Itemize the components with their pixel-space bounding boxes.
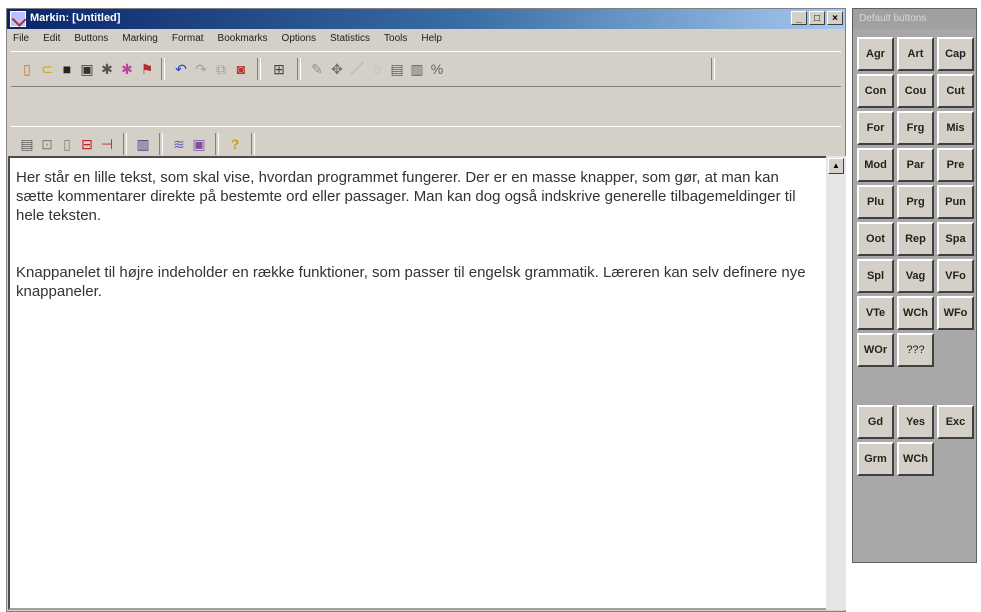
panel-button-exc[interactable]: Exc xyxy=(937,405,974,439)
chart-icon[interactable]: ▥ xyxy=(135,136,151,152)
redo-icon[interactable]: ↷ xyxy=(193,61,209,77)
panel-button-vfo[interactable]: VFo xyxy=(937,259,974,293)
toolbar-separator xyxy=(257,58,261,80)
button-panel: Default buttons Agr Art Cap Con Cou Cut … xyxy=(852,8,977,563)
menu-tools[interactable]: Tools xyxy=(384,30,407,48)
stats-icon[interactable]: ▣ xyxy=(191,136,207,152)
layout3-icon[interactable]: ▯ xyxy=(59,136,75,152)
tool7-icon[interactable]: ⚑ xyxy=(139,61,155,77)
paragraph-1: Her står en lille tekst, som skal vise, … xyxy=(16,169,796,224)
maximize-button[interactable]: □ xyxy=(809,11,825,25)
pen-icon[interactable]: ✎ xyxy=(309,61,325,77)
layout2-icon[interactable]: ⊡ xyxy=(39,136,55,152)
menu-statistics[interactable]: Statistics xyxy=(330,30,370,48)
menu-bookmarks[interactable]: Bookmarks xyxy=(218,30,268,48)
save-all-icon[interactable]: ▣ xyxy=(79,61,95,77)
panel-button-unknown[interactable]: ??? xyxy=(897,333,934,367)
panel-button-cut[interactable]: Cut xyxy=(937,74,974,108)
toolbar-separator xyxy=(297,58,301,80)
panel-button-gd[interactable]: Gd xyxy=(857,405,894,439)
panel-button-con[interactable]: Con xyxy=(857,74,894,108)
save-icon[interactable]: ■ xyxy=(59,61,75,77)
close-button[interactable]: × xyxy=(827,11,843,25)
tool5-icon[interactable]: ✱ xyxy=(99,61,115,77)
panel-button-plu[interactable]: Plu xyxy=(857,185,894,219)
new-icon[interactable]: ▯ xyxy=(19,61,35,77)
spell-icon[interactable]: ≋ xyxy=(171,136,187,152)
toolbar-separator xyxy=(161,58,165,80)
panel-button-for[interactable]: For xyxy=(857,111,894,145)
menu-bar: File Edit Buttons Marking Format Bookmar… xyxy=(7,30,845,48)
panel-button-rep[interactable]: Rep xyxy=(897,222,934,256)
text-editor[interactable]: Her står en lille tekst, som skal vise, … xyxy=(8,156,830,610)
toolbar-separator xyxy=(159,133,163,155)
toolbar-separator xyxy=(215,133,219,155)
window-title: Markin: [Untitled] xyxy=(30,12,121,24)
eraser-icon[interactable]: ◌ xyxy=(369,61,385,77)
panel-button-pun[interactable]: Pun xyxy=(937,185,974,219)
panel-button-mis[interactable]: Mis xyxy=(937,111,974,145)
panel-button-spl[interactable]: Spl xyxy=(857,259,894,293)
panel-button-vte[interactable]: VTe xyxy=(857,296,894,330)
menu-options[interactable]: Options xyxy=(282,30,316,48)
minimize-button[interactable]: _ xyxy=(791,11,807,25)
menu-marking[interactable]: Marking xyxy=(122,30,158,48)
panel-button-spa[interactable]: Spa xyxy=(937,222,974,256)
marker-icon[interactable]: ✥ xyxy=(329,61,345,77)
grid-icon[interactable]: ⊞ xyxy=(271,61,287,77)
box2-icon[interactable]: ▥ xyxy=(409,61,425,77)
panel-button-frg[interactable]: Frg xyxy=(897,111,934,145)
help-icon[interactable]: ? xyxy=(227,136,243,152)
menu-help[interactable]: Help xyxy=(421,30,442,48)
panel-button-agr[interactable]: Agr xyxy=(857,37,894,71)
bookmark-remove-icon[interactable]: ⊣ xyxy=(99,136,115,152)
panel-button-wch[interactable]: WCh xyxy=(897,296,934,330)
panel-button-grm[interactable]: Grm xyxy=(857,442,894,476)
window-controls: _ □ × xyxy=(791,11,843,25)
panel-button-wor[interactable]: WOr xyxy=(857,333,894,367)
panel-button-yes[interactable]: Yes xyxy=(897,405,934,439)
panel-button-grid: Agr Art Cap Con Cou Cut For Frg Mis Mod … xyxy=(857,37,974,367)
percent-icon[interactable]: % xyxy=(429,61,445,77)
panel-button-wfo[interactable]: WFo xyxy=(937,296,974,330)
box1-icon[interactable]: ▤ xyxy=(389,61,405,77)
panel-button-wch-2[interactable]: WCh xyxy=(897,442,934,476)
menu-format[interactable]: Format xyxy=(172,30,204,48)
panel-button-vag[interactable]: Vag xyxy=(897,259,934,293)
toolbar-separator xyxy=(123,133,127,155)
panel-button-grid-2: Gd Yes Exc Grm WCh xyxy=(857,405,974,476)
panel-button-cou[interactable]: Cou xyxy=(897,74,934,108)
undo-icon[interactable]: ↶ xyxy=(173,61,189,77)
vertical-scrollbar[interactable]: ▲ xyxy=(826,156,846,610)
panel-button-pre[interactable]: Pre xyxy=(937,148,974,182)
scroll-up-icon[interactable]: ▲ xyxy=(828,158,844,174)
menu-file[interactable]: File xyxy=(13,30,29,48)
menu-edit[interactable]: Edit xyxy=(43,30,60,48)
panel-button-prg[interactable]: Prg xyxy=(897,185,934,219)
toolbar-separator xyxy=(711,58,715,80)
paragraph-2: Knappanelet til højre indeholder en rækk… xyxy=(16,264,806,300)
open-icon[interactable]: ⊂ xyxy=(39,61,55,77)
panel-button-mod[interactable]: Mod xyxy=(857,148,894,182)
menu-buttons[interactable]: Buttons xyxy=(74,30,108,48)
panel-button-oot[interactable]: Oot xyxy=(857,222,894,256)
title-bar[interactable]: Markin: [Untitled] _ □ × xyxy=(7,9,845,29)
panel-button-art[interactable]: Art xyxy=(897,37,934,71)
find-icon[interactable]: ◙ xyxy=(233,61,249,77)
toolbar-separator xyxy=(251,133,255,155)
copy-icon[interactable]: ⧉ xyxy=(213,61,229,77)
panel-title[interactable]: Default buttons xyxy=(853,9,976,29)
main-toolbar: ▯ ⊂ ■ ▣ ✱ ✱ ⚑ ↶ ↷ ⧉ ◙ ⊞ ✎ ✥ ／ ◌ ▤ ▥ % xyxy=(11,51,841,87)
panel-button-par[interactable]: Par xyxy=(897,148,934,182)
tool6-icon[interactable]: ✱ xyxy=(119,61,135,77)
app-icon[interactable] xyxy=(10,11,26,27)
bookmark-add-icon[interactable]: ⊟ xyxy=(79,136,95,152)
layout1-icon[interactable]: ▤ xyxy=(19,136,35,152)
panel-button-cap[interactable]: Cap xyxy=(937,37,974,71)
pencil-icon[interactable]: ／ xyxy=(349,61,365,77)
